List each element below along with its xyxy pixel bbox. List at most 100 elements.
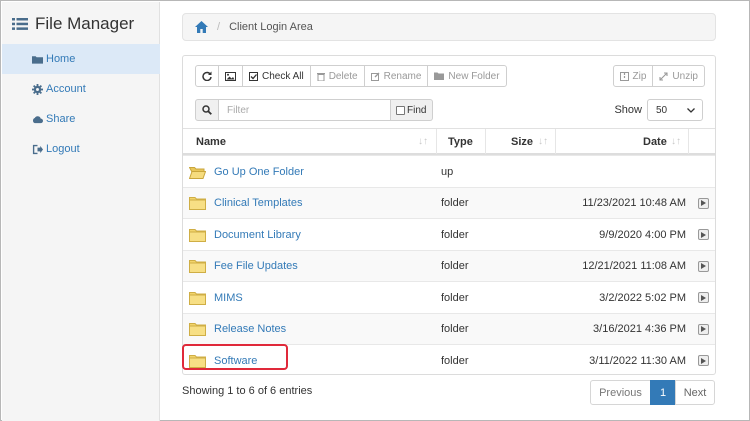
sidebar-item-label: Account (46, 83, 86, 95)
sidebar-item-label: Home (46, 53, 76, 65)
table-row[interactable]: Software folder 3/11/2022 11:30 AM (183, 344, 715, 376)
table-row[interactable]: Document Library folder 9/9/2020 4:00 PM (183, 218, 715, 250)
file-panel: Check All Delete Rename New Folder Zip U… (182, 55, 716, 375)
column-date[interactable]: Date ↓↑ (643, 129, 688, 154)
show-label: Show (614, 104, 642, 116)
row-action[interactable] (698, 251, 709, 282)
file-type: folder (441, 323, 469, 335)
breadcrumb-separator: / (217, 21, 221, 33)
column-divider (485, 129, 486, 154)
check-all-button[interactable]: Check All (242, 65, 311, 87)
file-name-link[interactable]: Fee File Updates (214, 260, 298, 272)
folder-icon (189, 228, 206, 242)
play-icon[interactable] (698, 260, 709, 272)
search-addon (195, 99, 219, 121)
app-title: File Manager (35, 14, 135, 33)
table-row[interactable]: Clinical Templates folder 11/23/2021 10:… (183, 186, 715, 219)
rename-button[interactable]: Rename (363, 65, 429, 87)
table-header: Name ↓↑ Type Size ↓↑ Date ↓↑ (183, 128, 715, 155)
breadcrumb: / Client Login Area (182, 13, 716, 41)
page-size-select[interactable]: 50 (647, 99, 703, 121)
row-action[interactable] (698, 282, 709, 313)
next-button[interactable]: Next (675, 380, 715, 405)
find-checkbox[interactable] (396, 105, 405, 115)
file-name-link[interactable]: Document Library (214, 229, 301, 241)
search-icon (202, 105, 212, 115)
file-type: up (441, 165, 454, 178)
row-action[interactable] (698, 314, 709, 345)
column-type[interactable]: Type (448, 129, 483, 154)
column-size[interactable]: Size ↓↑ (511, 129, 551, 154)
folder-icon (32, 55, 43, 64)
table-row[interactable]: Fee File Updates folder 12/21/2021 11:08… (183, 249, 715, 282)
row-action[interactable] (698, 219, 709, 250)
row-action[interactable] (698, 188, 709, 219)
column-divider (688, 129, 689, 154)
file-name-link[interactable]: Go Up One Folder (214, 166, 304, 178)
chevron-down-icon (687, 107, 695, 113)
expand-icon (659, 71, 668, 81)
sidebar-item-share[interactable]: Share (2, 104, 160, 134)
file-name-link[interactable]: Software (214, 355, 257, 367)
home-icon[interactable] (195, 21, 208, 33)
zip-button[interactable]: Zip (612, 65, 654, 87)
list-icon (12, 18, 28, 30)
table-row[interactable]: Go Up One Folder up (183, 155, 715, 187)
brand: File Manager (12, 14, 134, 34)
play-icon[interactable] (698, 355, 709, 366)
sort-icon: ↓↑ (538, 136, 548, 147)
table-row[interactable]: MIMS folder 3/2/2022 5:02 PM (183, 281, 715, 313)
folder-icon (189, 197, 206, 210)
folder-icon (189, 354, 206, 368)
file-date: 3/16/2021 4:36 PM (593, 323, 686, 335)
table-row[interactable]: Release Notes folder 3/16/2021 4:36 PM (183, 312, 715, 345)
folder-icon (189, 291, 206, 305)
page-size-control: Show 50 (614, 99, 703, 121)
sidebar-item-label: Logout (46, 143, 80, 155)
edit-icon (370, 72, 380, 81)
play-icon[interactable] (698, 323, 709, 335)
zip-label: Zip (632, 70, 647, 82)
new-folder-label: New Folder (448, 70, 500, 82)
previous-button[interactable]: Previous (590, 380, 651, 405)
filter-input[interactable] (219, 99, 391, 121)
play-icon[interactable] (698, 197, 709, 209)
toolbar: Check All Delete Rename New Folder (195, 65, 507, 87)
checkbox-icon (249, 71, 258, 81)
logout-icon (32, 144, 43, 154)
column-divider (436, 129, 437, 154)
page-1-button[interactable]: 1 (650, 380, 676, 405)
image-icon (225, 71, 236, 81)
column-size-label: Size (511, 135, 534, 148)
refresh-button[interactable] (195, 65, 219, 87)
sidebar-item-label: Share (46, 113, 76, 125)
sidebar-nav: Home Account Share Logout (2, 44, 160, 164)
file-name-link[interactable]: Release Notes (214, 323, 286, 335)
unzip-button[interactable]: Unzip (652, 65, 705, 87)
unzip-label: Unzip (672, 70, 698, 82)
play-icon[interactable] (698, 292, 709, 303)
folder-icon (189, 260, 206, 273)
row-action[interactable] (698, 345, 709, 376)
column-divider (555, 129, 556, 154)
file-date: 11/23/2021 10:48 AM (582, 197, 686, 209)
sidebar-item-logout[interactable]: Logout (2, 134, 160, 164)
file-type: folder (441, 197, 469, 209)
cloud-icon (32, 115, 43, 123)
gear-icon (32, 83, 43, 95)
archive-icon (619, 71, 629, 81)
trash-icon (316, 72, 325, 81)
file-name-link[interactable]: MIMS (214, 292, 243, 304)
column-name[interactable]: Name ↓↑ (196, 129, 428, 154)
file-type: folder (441, 228, 469, 241)
file-name-link[interactable]: Clinical Templates (214, 197, 302, 209)
new-folder-button[interactable]: New Folder (427, 65, 507, 87)
sidebar-item-account[interactable]: Account (2, 74, 160, 104)
sidebar-item-home[interactable]: Home (2, 44, 160, 74)
delete-label: Delete (328, 70, 358, 82)
delete-button[interactable]: Delete (309, 65, 365, 87)
find-toggle[interactable]: Find (391, 99, 434, 121)
image-view-button[interactable] (218, 65, 243, 87)
play-icon[interactable] (698, 229, 709, 240)
file-type: folder (441, 291, 469, 304)
